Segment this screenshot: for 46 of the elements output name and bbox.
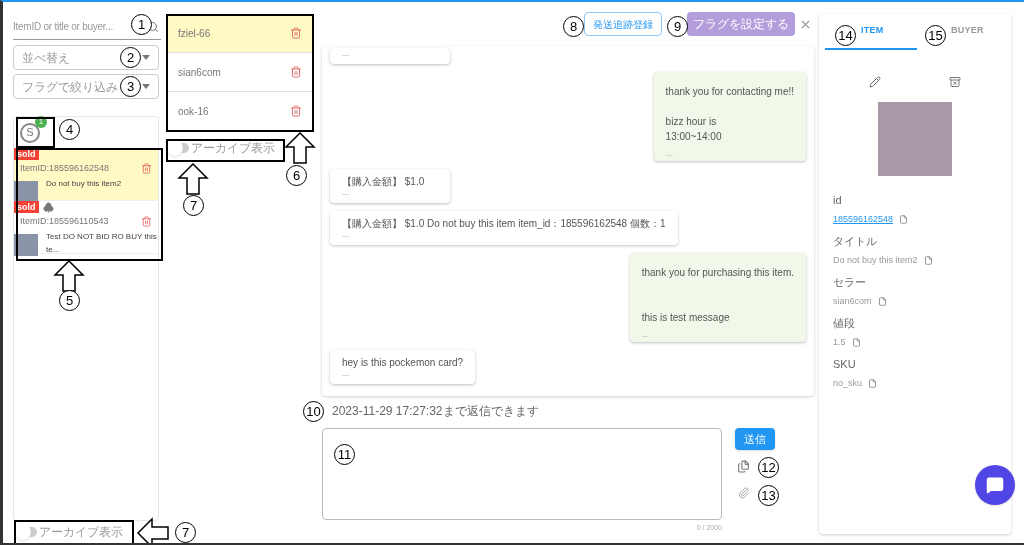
item-title: Test DO NOT BID RO BUY this te... [46,230,158,256]
field-label: タイトル [833,234,878,249]
field-value: 1.5 [833,335,846,349]
callout-number: 3 [120,76,141,97]
item-id: ItemID:185596110543 [20,215,109,228]
callout-number: 9 [667,16,688,37]
message-text: thank you for contacting me!! bizz hour is 13:00~14:00 [665,85,794,144]
field-value: sian6com [833,294,872,308]
message-text: hey is this pockemon card? [342,356,464,370]
toggle-label: アーカイブ表示 [39,525,123,539]
callout-number: 14 [835,25,856,46]
field-label: SKU [833,357,857,372]
field-label: セラー [833,275,867,290]
reply-deadline: 2023-11-29 17:27:32まで返信できます [332,403,540,420]
send-button[interactable]: 送信 [735,428,775,450]
field-value: Do not buy this item2 [833,253,918,267]
callout-number: 15 [925,25,946,46]
callout-number: 5 [59,290,80,311]
toggle-label: アーカイブ表示 [191,141,275,155]
tracking-button[interactable]: 発送追跡登録 [584,12,662,36]
callout-number: 4 [59,119,80,140]
sold-tag: sold [14,201,39,213]
item-row[interactable]: sold ItemID:185596110543 Test DO NOT BID RO BUY this te... [14,201,158,254]
item-id: ItemID:185596162548 [20,162,110,175]
callout-number: 11 [334,444,355,465]
field-label: id [833,193,843,208]
callout-number: 1 [131,14,152,35]
item-row[interactable]: sold ItemID:185596162548 Do not buy this item2 [14,148,158,201]
field-label: 値段 [833,316,856,331]
callout-number: 6 [286,165,307,186]
callout-number: 13 [758,485,779,506]
item-id-link[interactable]: 185596162548 [833,212,894,226]
message-text: thank you for purchasing this item. this is test message [641,266,794,325]
field-value: no_sku [833,376,863,390]
callout-number: 2 [120,47,141,68]
detail-tab[interactable]: BUYER [949,14,986,50]
message-text: 【購入金額】 $1.0 Do not buy this item item_id：185596162548 個数：1 [342,217,666,231]
item-title: Do not buy this item2 [46,177,122,190]
callout-number: 10 [303,401,324,422]
buyer-row[interactable]: fziel-66 [166,14,314,53]
flag-button[interactable]: フラグを設定する [687,12,795,36]
callout-number: 12 [758,457,779,478]
callout-number: 7 [175,522,196,543]
callout-number: 7 [183,195,204,216]
message-text: 【購入金額】 $1.0 [342,175,426,189]
callout-number: 8 [563,16,584,37]
